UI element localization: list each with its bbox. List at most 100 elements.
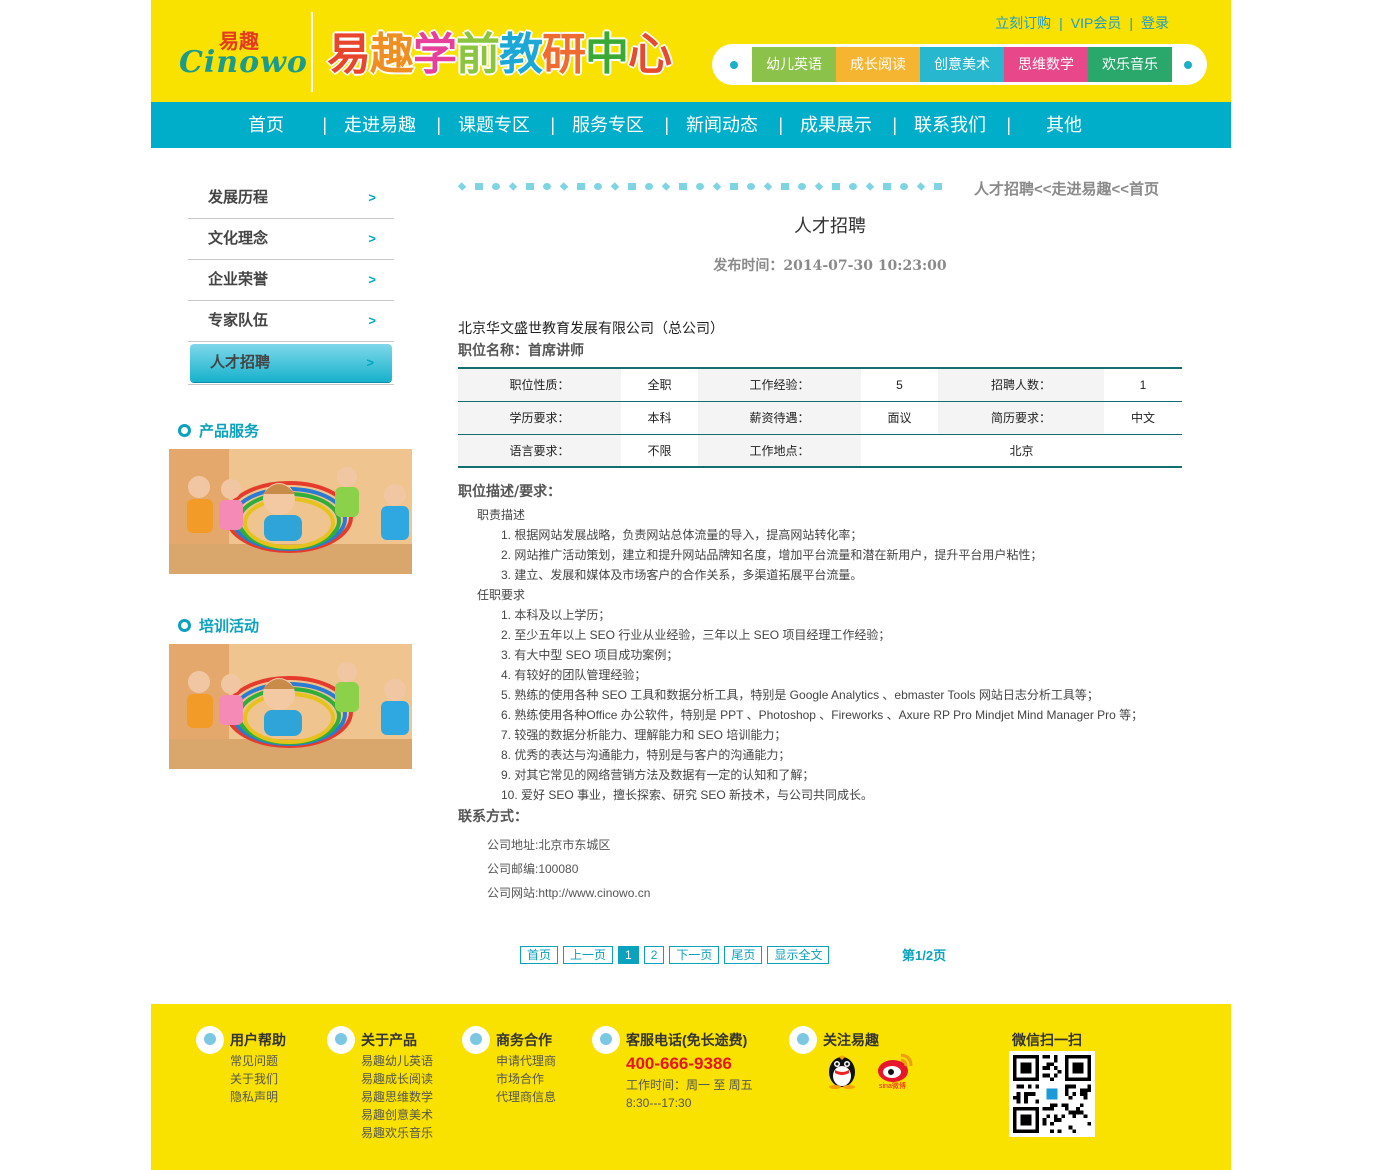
description-line: 3. 有大中型 SEO 项目成功案例； [501, 648, 679, 662]
nav-item[interactable]: 其他 [1007, 102, 1121, 148]
kids-hoops-image [169, 644, 412, 769]
nav-item-label: 首页 [248, 115, 284, 135]
product-link[interactable]: 易趣幼儿英语 [361, 1052, 433, 1070]
table-cell: 1 [1104, 368, 1182, 402]
chevron-right-icon: > [368, 190, 376, 205]
vip-member-link[interactable]: VIP会员 [1071, 15, 1122, 31]
banner-title: 易趣学前教研中心 [326, 18, 673, 82]
table-cell: 学历要求： [458, 401, 621, 435]
product-service-photo[interactable] [169, 449, 412, 574]
top-links: 立刻订购 | VIP会员 | 登录 [995, 13, 1169, 33]
next-page-button[interactable]: 下一页 [669, 946, 720, 964]
decorative-dot [849, 183, 857, 190]
product-link[interactable]: 易趣思维数学 [361, 1088, 433, 1106]
nav-item[interactable]: 课题专区 | [437, 102, 555, 148]
apply-agent-link[interactable]: 申请代理商 [496, 1052, 556, 1070]
category-bar: 幼儿英语 成长阅读 创意美术 思维数学 欢乐音乐 [712, 44, 1207, 85]
about-us-link[interactable]: 关于我们 [230, 1070, 278, 1088]
nav-item[interactable]: 成果展示 | [779, 102, 897, 148]
wechat-scan-title: 微信扫一扫 [1012, 1032, 1082, 1048]
sub-nav-item[interactable]: 发展历程 > [188, 178, 394, 219]
product-link[interactable]: 易趣创意美术 [361, 1106, 433, 1124]
decorative-dot [712, 182, 722, 191]
wechat-qr-code [1009, 1051, 1095, 1137]
article-title: 人才招聘 [794, 216, 866, 236]
sub-nav-label: 专家队伍 [208, 312, 269, 329]
description-line: 7. 较强的数据分析能力、理解能力和 SEO 培训能力； [501, 728, 787, 742]
nav-item-label: 课题专区 [458, 115, 530, 135]
table-cell: 北京 [1009, 443, 1034, 458]
nav-item[interactable]: 新闻动态 | [665, 102, 783, 148]
page-info: 第1/2页 [902, 948, 947, 963]
category-tab[interactable]: 欢乐音乐 [1088, 47, 1172, 82]
sub-nav-label: 人才招聘 [210, 354, 271, 371]
agent-info-link[interactable]: 代理商信息 [496, 1088, 556, 1106]
sub-nav-label: 发展历程 [208, 189, 269, 206]
faq-link[interactable]: 常见问题 [230, 1052, 278, 1070]
privacy-link[interactable]: 隐私声明 [230, 1088, 278, 1106]
first-page-button[interactable]: 首页 [520, 946, 559, 964]
sub-nav-item[interactable]: 专家队伍 > [188, 301, 394, 342]
chevron-right-icon: > [368, 272, 376, 287]
table-cell: 语言要求： [458, 434, 621, 467]
weibo-icon[interactable]: sina微博 [875, 1051, 915, 1089]
page-2-button[interactable]: 2 [643, 946, 665, 964]
company-zip: 公司邮编:100080 [487, 862, 579, 876]
training-activity-title: 培训活动 [178, 615, 259, 636]
prev-page-button[interactable]: 上一页 [563, 946, 614, 964]
decorative-dot [916, 182, 926, 191]
sub-nav-item[interactable]: 人才招聘 > [190, 344, 392, 382]
work-hours-days: 工作时间：周一 至 周五 [626, 1078, 753, 1092]
decorative-dot [526, 183, 534, 190]
decorative-dot [730, 183, 738, 190]
category-tab[interactable]: 思维数学 [1004, 47, 1088, 82]
site-header: 易趣 Cinowo 易趣学前教研中心 立刻订购 | VIP会员 | 登录 幼儿英语 成长阅… [151, 0, 1231, 102]
top-link-separator: | [1129, 15, 1133, 31]
product-link[interactable]: 易趣成长阅读 [361, 1070, 433, 1088]
last-page-button[interactable]: 尾页 [724, 946, 763, 964]
description-line: 6. 熟练使用各种Office 办公软件，特别是 PPT 、Photoshop … [501, 708, 1144, 722]
training-activity-photo[interactable] [169, 644, 412, 769]
decorative-dot [883, 183, 891, 190]
lightbulb-icon [196, 1026, 224, 1054]
sub-nav-item[interactable]: 文化理念 > [188, 219, 394, 260]
footer-products-title: 关于产品 [361, 1032, 417, 1048]
category-tab[interactable]: 创意美术 [920, 47, 1004, 82]
description-section-title: 职责描述 [477, 508, 526, 522]
main-nav-list: 首页 | 走进易趣 | 课题专区 | 服务专区 | 新闻动态 | 成果展示 | 联系我们 | 其他 [209, 102, 1121, 148]
breadcrumb[interactable]: 人才招聘<<走进易趣<<首页 [974, 178, 1159, 199]
footer-help-title: 用户帮助 [230, 1032, 286, 1048]
nav-item[interactable]: 联系我们 | [893, 102, 1011, 148]
nav-item-label: 新闻动态 [686, 115, 758, 135]
nav-item[interactable]: 服务专区 | [551, 102, 669, 148]
site-logo[interactable]: 易趣 Cinowo [179, 25, 307, 80]
position-name: 职位名称：首席讲师 [458, 343, 584, 359]
decorative-dot [900, 183, 908, 190]
banner-title-char: 前 [455, 28, 501, 81]
sub-nav-item[interactable]: 企业荣誉 > [188, 260, 394, 301]
training-activity-label: 培训活动 [199, 618, 260, 635]
category-tab[interactable]: 幼儿英语 [752, 47, 836, 82]
table-row: 职位性质： 全职 工作经验： 5 招聘人数： 1 [458, 368, 1182, 402]
header-divider [311, 12, 313, 92]
category-tab[interactable]: 成长阅读 [836, 47, 920, 82]
product-service-label: 产品服务 [199, 423, 260, 440]
table-cell: 5 [861, 368, 938, 402]
market-cooperation-link[interactable]: 市场合作 [496, 1070, 556, 1088]
decorative-dot [763, 182, 773, 191]
decorative-dot [679, 183, 687, 190]
dot-icon [730, 61, 738, 69]
banner-title-char: 研 [541, 28, 587, 81]
description-section-title: 任职要求 [477, 588, 526, 602]
show-all-button[interactable]: 显示全文 [767, 946, 830, 964]
nav-item[interactable]: 走进易趣 | [323, 102, 441, 148]
box-icon [327, 1026, 355, 1054]
nav-item[interactable]: 首页 | [209, 102, 327, 148]
page-1-button[interactable]: 1 [618, 946, 639, 964]
publish-time: 发布时间：2014-07-30 10:23:00 [713, 258, 947, 274]
product-link[interactable]: 易趣欢乐音乐 [361, 1124, 433, 1142]
qq-icon[interactable] [823, 1051, 861, 1089]
login-link[interactable]: 登录 [1141, 15, 1169, 31]
table-cell: 简历要求： [938, 401, 1104, 435]
order-now-link[interactable]: 立刻订购 [995, 15, 1051, 31]
